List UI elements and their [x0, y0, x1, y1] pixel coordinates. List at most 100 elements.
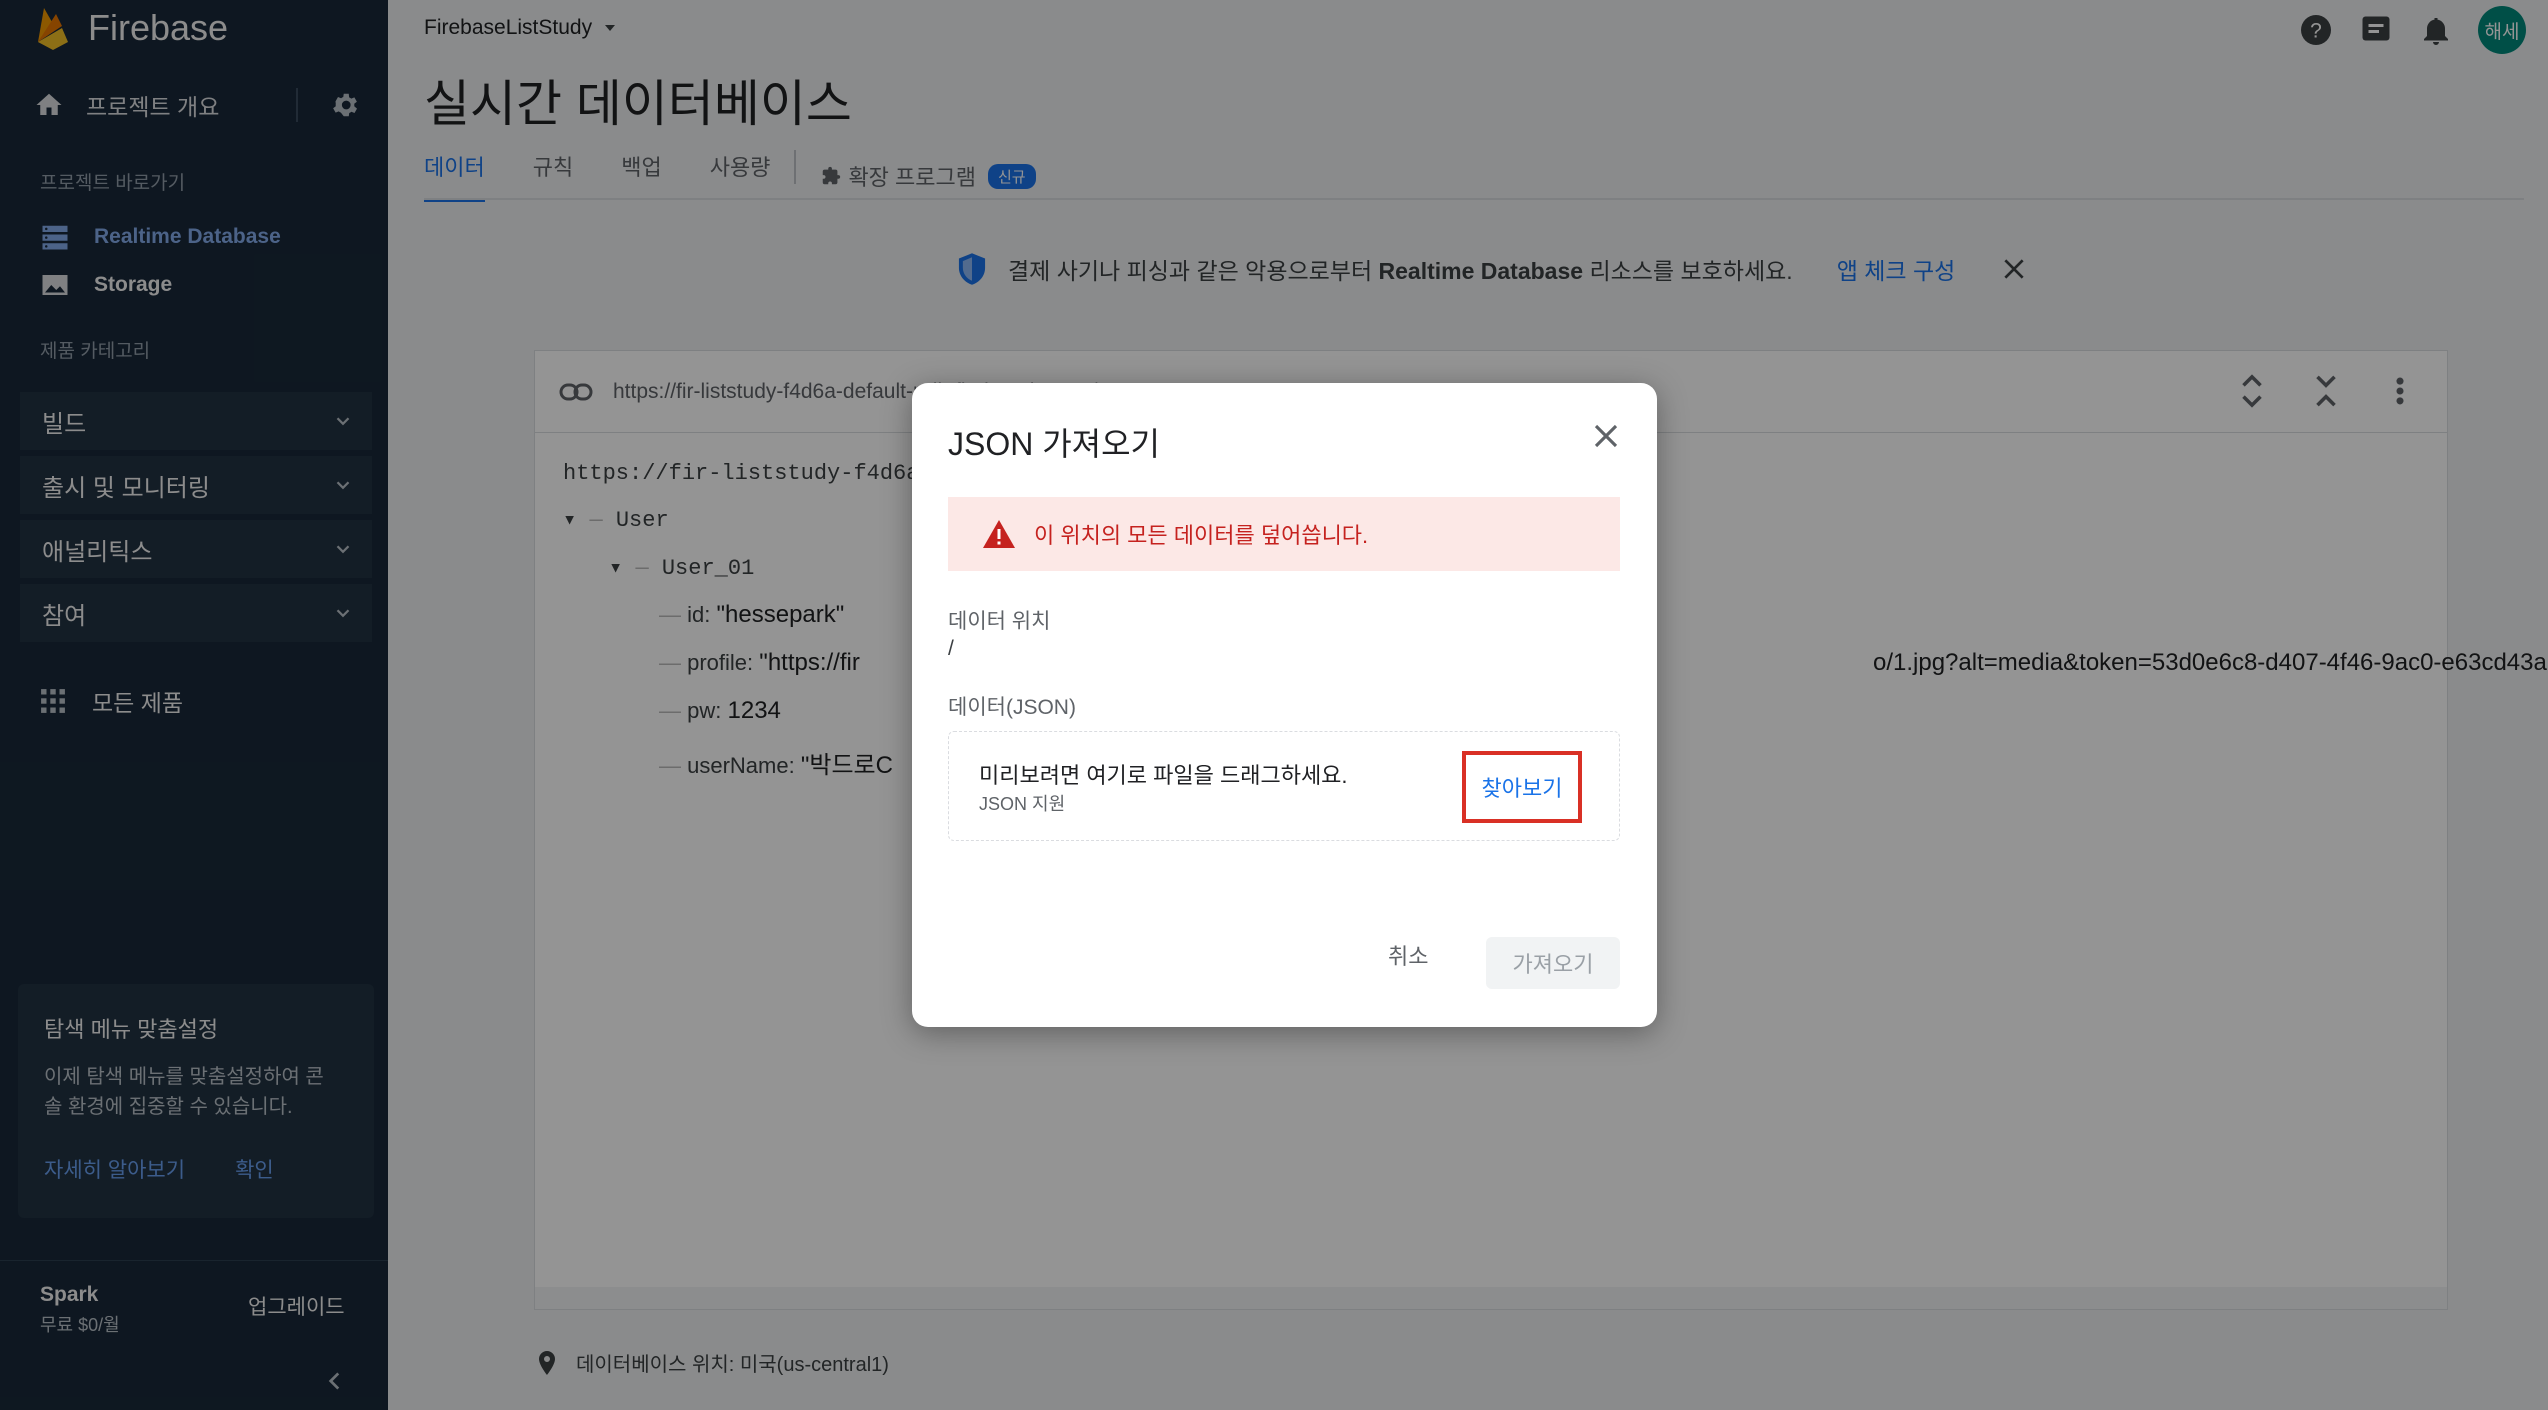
data-location-value: /	[948, 637, 954, 660]
close-icon[interactable]	[2001, 256, 2027, 282]
browse-button[interactable]: 찾아보기	[1462, 751, 1582, 823]
overwrite-warning: 이 위치의 모든 데이터를 덮어씁니다.	[948, 497, 1620, 571]
firebase-logo[interactable]: Firebase	[36, 6, 228, 50]
tree-leaf-pw[interactable]: — pw: 1234	[659, 697, 781, 725]
category-build[interactable]: 빌드	[20, 392, 372, 450]
nav-customize-tip: 탐색 메뉴 맞춤설정 이제 탐색 메뉴를 맞춤설정하여 콘 솔 환경에 집중할 …	[18, 984, 374, 1218]
link-icon	[559, 383, 593, 400]
extension-icon	[823, 166, 841, 185]
category-section-label: 제품 카테고리	[40, 341, 151, 362]
chevron-down-icon	[336, 417, 350, 426]
import-button[interactable]: 가져오기	[1486, 937, 1620, 989]
tree-actions	[2235, 371, 2417, 411]
tip-desc-line1: 이제 탐색 메뉴를 맞춤설정하여 콘	[44, 1066, 324, 1088]
chevron-down-icon	[336, 545, 350, 554]
divider	[296, 88, 298, 122]
project-overview-label: 프로젝트 개요	[86, 94, 220, 120]
top-actions: ? 해세	[2298, 6, 2526, 54]
tip-desc-line2: 솔 환경에 집중할 수 있습니다.	[44, 1096, 293, 1118]
expand-icon[interactable]	[2235, 371, 2269, 411]
shortcuts-section-label: 프로젝트 바로가기	[40, 173, 186, 194]
tree-node-user[interactable]: ▾ — User	[563, 507, 669, 533]
collapse-sidebar-icon[interactable]	[322, 1368, 348, 1394]
tree-node-user01[interactable]: ▾ — User_01	[609, 555, 754, 581]
drop-text: 미리보려면 여기로 파일을 드래그하세요.	[979, 763, 1348, 788]
tab-extensions[interactable]: 확장 프로그램 신규	[820, 150, 1036, 202]
upgrade-button[interactable]: 업그레이드	[248, 1291, 345, 1321]
learn-more-link[interactable]: 자세히 알아보기	[44, 1154, 185, 1184]
new-badge: 신규	[988, 163, 1036, 189]
app-check-banner: 결제 사기나 피싱과 같은 악용으로부터 Realtime Database 리…	[956, 252, 2027, 286]
plan-info: Spark 무료 $0/월 업그레이드	[0, 1260, 388, 1352]
plan-name: Spark	[40, 1283, 99, 1306]
tab-data[interactable]: 데이터	[424, 150, 485, 202]
app-name: Firebase	[88, 7, 229, 48]
collapse-icon[interactable]	[2309, 371, 2343, 411]
tabs: 데이터 규칙 백업 사용량 확장 프로그램 신규	[424, 150, 1036, 202]
app-check-link[interactable]: 앱 체크 구성	[1837, 252, 1956, 286]
data-json-label: 데이터(JSON)	[948, 696, 1076, 719]
chevron-down-icon	[336, 609, 350, 618]
database-icon	[42, 225, 68, 250]
dialog-title: JSON 가져오기	[948, 426, 1160, 462]
category-engage[interactable]: 참여	[20, 584, 372, 642]
tab-backup[interactable]: 백업	[621, 150, 661, 202]
shortcut-label: Realtime Database	[94, 225, 281, 248]
shortcut-storage[interactable]: Storage	[40, 270, 172, 300]
chevron-down-icon	[336, 481, 350, 490]
firebase-flame-icon	[38, 8, 68, 50]
all-products[interactable]: 모든 제품	[40, 684, 183, 718]
page-title: 실시간 데이터베이스	[424, 76, 852, 132]
svg-text:?: ?	[2310, 20, 2322, 43]
banner-text: 결제 사기나 피싱과 같은 악용으로부터 Realtime Database 리…	[1008, 258, 1793, 284]
confirm-link[interactable]: 확인	[235, 1154, 274, 1184]
plan-price: 무료 $0/월	[40, 1315, 120, 1335]
notifications-icon[interactable]	[2418, 12, 2454, 48]
project-name: FirebaseListStudy	[424, 16, 593, 39]
category-release-monitor[interactable]: 출시 및 모니터링	[20, 456, 372, 514]
tree-leaf-profile-tail: o/1.jpg?alt=media&token=53d0e6c8-d407-4f…	[1873, 649, 2548, 676]
gear-icon[interactable]	[330, 90, 360, 120]
image-icon	[42, 275, 68, 295]
tip-title: 탐색 메뉴 맞춤설정	[44, 1017, 219, 1042]
category-label: 참여	[42, 602, 87, 630]
data-location-label: 데이터 위치	[948, 610, 1051, 633]
tab-rules[interactable]: 규칙	[533, 150, 573, 202]
project-selector[interactable]: FirebaseListStudy	[424, 16, 618, 40]
database-location: 데이터베이스 위치: 미국(us-central1)	[538, 1348, 889, 1377]
tree-leaf-profile[interactable]: — profile: "https://fir	[659, 649, 860, 677]
warning-icon	[983, 520, 1015, 548]
warning-text: 이 위치의 모든 데이터를 덮어씁니다.	[1034, 523, 1369, 548]
sidebar: Firebase 프로젝트 개요 프로젝트 바로가기 Realtime Data…	[0, 0, 388, 1410]
tree-leaf-id[interactable]: — id: "hessepark"	[659, 601, 844, 629]
home-icon	[36, 93, 62, 115]
shortcut-label: Storage	[94, 273, 173, 296]
feedback-icon[interactable]	[2358, 12, 2394, 48]
file-drop-zone[interactable]: 미리보려면 여기로 파일을 드래그하세요. JSON 지원 찾아보기	[948, 731, 1620, 841]
tab-divider	[794, 150, 797, 184]
category-label: 애널리틱스	[42, 538, 153, 566]
drop-subtext: JSON 지원	[979, 794, 1066, 814]
shortcut-realtime-database[interactable]: Realtime Database	[40, 222, 281, 252]
category-label: 출시 및 모니터링	[42, 474, 210, 502]
category-label: 빌드	[42, 410, 87, 438]
root-url[interactable]: https://fir-liststudy-f4d6a-	[563, 461, 933, 486]
tab-underline	[424, 198, 2524, 200]
more-vert-icon[interactable]	[2383, 371, 2417, 411]
close-icon[interactable]	[1591, 421, 1621, 451]
project-overview[interactable]: 프로젝트 개요	[0, 68, 388, 142]
category-analytics[interactable]: 애널리틱스	[20, 520, 372, 578]
grid-icon	[41, 689, 65, 713]
shield-icon	[958, 253, 986, 285]
database-location-text: 데이터베이스 위치: 미국(us-central1)	[576, 1354, 889, 1376]
tab-usage[interactable]: 사용량	[710, 150, 771, 202]
tab-extensions-label: 확장 프로그램	[848, 165, 976, 190]
location-pin-icon	[539, 1350, 555, 1375]
avatar[interactable]: 해세	[2478, 6, 2526, 54]
caret-down-icon	[605, 25, 616, 31]
horizontal-scrollbar[interactable]	[535, 1287, 2447, 1309]
help-icon[interactable]: ?	[2298, 12, 2334, 48]
tree-leaf-username[interactable]: — userName: "박드로C	[659, 745, 893, 780]
cancel-button[interactable]: 취소	[1388, 939, 1428, 971]
all-products-label: 모든 제품	[92, 690, 184, 716]
